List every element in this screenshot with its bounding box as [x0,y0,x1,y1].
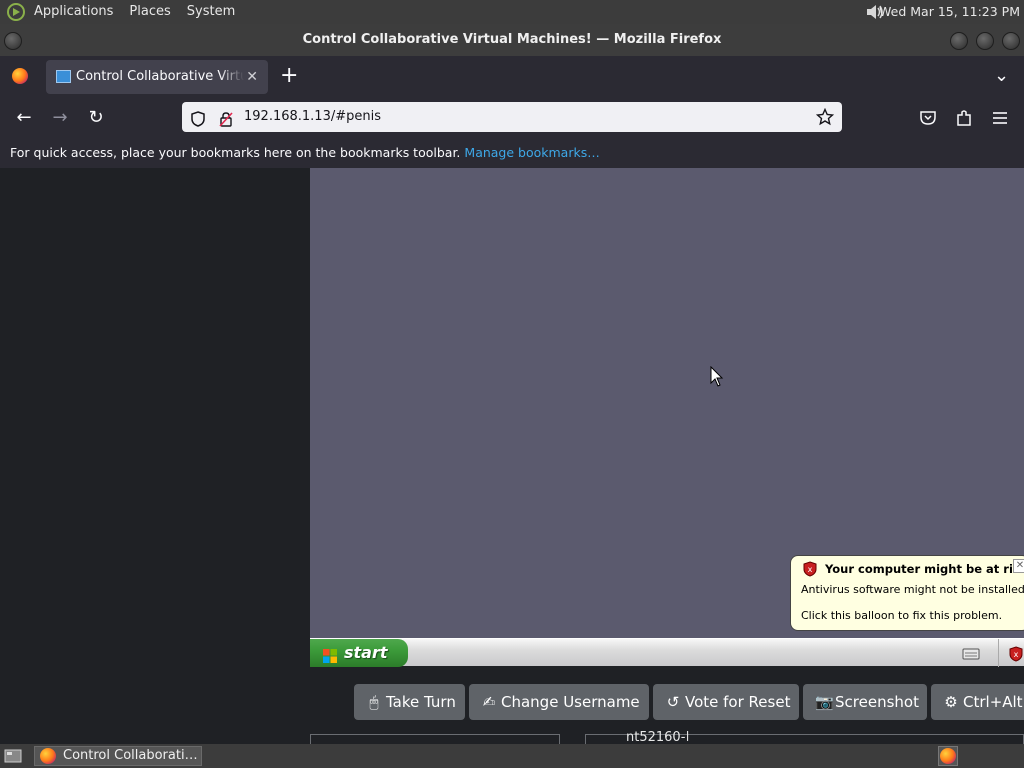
maximize-button[interactable] [976,32,994,50]
keyboard-icon[interactable] [962,645,980,661]
mouse-cursor-icon [710,365,724,388]
tab-active[interactable]: Control Collaborative Virtual Machines! … [46,60,268,94]
page-content: start x x Your computer might be at risk… [0,168,1024,744]
start-label: start [344,643,388,662]
taskbar-item-label: Control Collaborati… [63,748,198,763]
firefox-icon [40,748,56,764]
take-turn-label: Take Turn [386,693,456,711]
balloon-line1: Antivirus software might not be installe… [801,583,1024,596]
monitor-favicon-icon [56,70,71,83]
change-username-button[interactable]: ✍ Change Username [469,684,649,720]
show-desktop-icon[interactable] [4,748,22,764]
bookmarks-toolbar: For quick access, place your bookmarks h… [0,138,1024,168]
firefox-view-icon[interactable] [12,68,28,84]
vote-reset-button[interactable]: ↺ Vote for Reset [653,684,799,720]
security-shield-icon[interactable]: x [1009,646,1023,662]
vote-reset-label: Vote for Reset [685,693,791,711]
gnome-logo-icon[interactable] [6,2,26,22]
window-menu-button[interactable] [4,32,22,50]
balloon-title: Your computer might be at risk [825,562,1024,576]
svg-text:x: x [1014,650,1019,659]
reload-button[interactable]: ↻ [84,106,108,130]
mouse-icon: 🖱 [369,693,379,711]
chat-partial-text: nt52160-| [626,731,690,741]
xp-taskbar: start x [310,638,1024,667]
ctrl-alt-del-button[interactable]: ⚙ Ctrl+Alt+ [931,684,1024,720]
places-menu[interactable]: Places [121,0,178,24]
workspace-switcher[interactable] [938,746,958,766]
tab-close-icon[interactable]: ✕ [246,60,258,94]
applications-menu[interactable]: Applications [26,0,121,24]
pocket-icon[interactable] [918,108,938,128]
window-title: Control Collaborative Virtual Machines! … [302,32,722,47]
close-window-button[interactable] [1002,32,1020,50]
windows-flag-icon [322,645,338,663]
take-turn-button[interactable]: 🖱 Take Turn [354,684,465,720]
system-menu[interactable]: System [179,0,243,24]
bookmark-star-icon[interactable] [815,107,835,126]
signature-icon: ✍ [482,693,496,711]
svg-text:x: x [808,565,813,574]
nav-bar: ← → ↻ 192.168.1.13/#penis [0,98,1024,138]
xp-start-button[interactable]: start [310,639,408,667]
insecure-lock-icon[interactable] [218,109,234,127]
screenshot-button[interactable]: 📷Screenshot [803,684,927,720]
firefox-icon [940,748,956,764]
back-button[interactable]: ← [12,106,36,130]
undo-icon: ↺ [666,693,680,711]
security-shield-icon: x [803,561,817,577]
balloon-close-icon[interactable]: ✕ [1013,559,1024,573]
minimize-button[interactable] [950,32,968,50]
gnome-bottom-panel: Control Collaborati… [0,744,1024,768]
gnome-top-panel: Applications Places System Wed Mar 15, 1… [0,0,1024,24]
user-list-panel [310,734,560,744]
url-bar[interactable]: 192.168.1.13/#penis [182,102,842,132]
taskbar-firefox-item[interactable]: Control Collaborati… [34,746,202,766]
change-username-label: Change Username [501,693,640,711]
shield-icon[interactable] [190,109,206,127]
window-titlebar[interactable]: Control Collaborative Virtual Machines! … [0,24,1024,56]
manage-bookmarks-link[interactable]: Manage bookmarks… [464,145,599,160]
balloon-line2: Click this balloon to fix this problem. [801,609,1003,622]
extensions-icon[interactable] [954,108,974,128]
new-tab-button[interactable]: + [280,64,298,88]
clock[interactable]: Wed Mar 15, 11:23 PM [879,0,1020,24]
security-balloon[interactable]: x Your computer might be at risk ✕ Antiv… [790,555,1024,631]
hamburger-menu-icon[interactable] [990,108,1010,128]
tab-title: Control Collaborative Virtual Machines! [76,69,244,84]
xp-system-tray: x [998,639,1024,667]
ctrl-alt-label: Ctrl+Alt+ [963,693,1024,711]
forward-button[interactable]: → [48,106,72,130]
gear-icon: ⚙ [944,693,958,711]
bookmarks-hint: For quick access, place your bookmarks h… [10,145,461,160]
list-all-tabs-button[interactable]: ⌄ [994,64,1009,88]
tab-bar: Control Collaborative Virtual Machines! … [0,56,1024,98]
screenshot-label: Screenshot [835,693,919,711]
chat-panel: nt52160-| [585,731,1024,744]
url-text: 192.168.1.13/#penis [244,109,381,124]
camera-icon: 📷 [815,693,834,711]
